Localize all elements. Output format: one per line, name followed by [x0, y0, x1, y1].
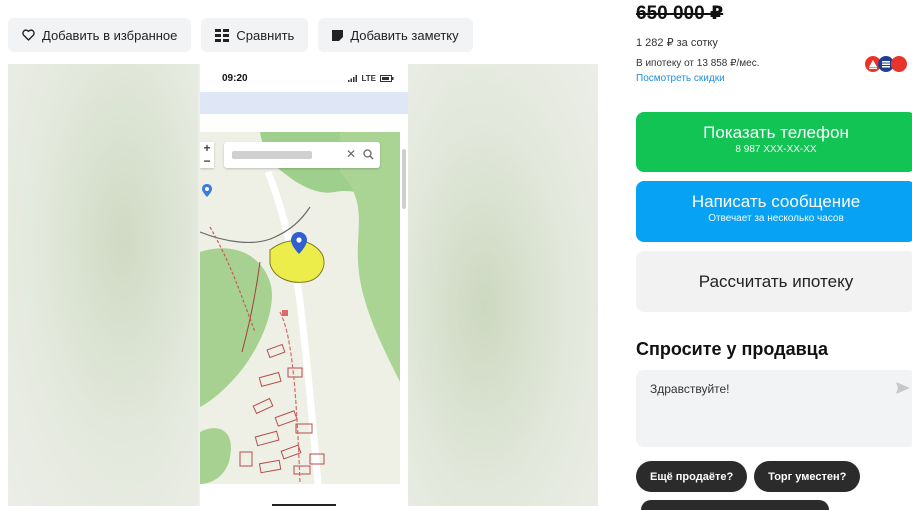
seller-message-input[interactable]: Здравствуйте! — [636, 370, 912, 447]
chip-bargain[interactable]: Торг уместен? — [754, 461, 861, 492]
write-message-button[interactable]: Написать сообщение Отвечает за несколько… — [636, 181, 912, 242]
write-message-label: Написать сообщение — [691, 192, 861, 211]
send-icon[interactable] — [896, 382, 910, 397]
cadastral-map — [200, 132, 400, 484]
listing-toolbar: Добавить в избранное Сравнить Добавить з… — [8, 18, 473, 52]
search-icon — [363, 147, 374, 165]
show-phone-button[interactable]: Показать телефон 8 987 XXX-XX-XX — [636, 112, 912, 172]
note-icon — [332, 29, 344, 41]
view-discounts-link[interactable]: Посмотреть скидки — [636, 73, 725, 84]
add-to-favorites-label: Добавить в избранное — [42, 27, 178, 43]
network-label: LTE — [361, 73, 376, 83]
phone-number-mask: 8 987 XXX-XX-XX — [735, 144, 817, 155]
message-text: Здравствуйте! — [650, 382, 730, 396]
add-to-favorites-button[interactable]: Добавить в избранное — [8, 18, 192, 52]
price-per-sotka: 1 282 ₽ за сотку — [636, 37, 718, 49]
bank-logo-icon — [891, 56, 907, 72]
bank-logos — [865, 56, 907, 72]
phone-status-icons: LTE — [348, 74, 394, 83]
mortgage-from: В ипотеку от 13 858 ₽/мес. — [636, 58, 760, 69]
phone-time: 09:20 — [222, 72, 248, 84]
old-price: 650 000 ₽ — [636, 3, 724, 24]
map-zoom-control: + − — [200, 142, 214, 168]
gallery-blur-left — [8, 64, 198, 506]
ask-seller-heading: Спросите у продавца — [636, 339, 828, 359]
browser-url-bar — [200, 92, 408, 114]
battery-icon — [380, 74, 394, 82]
add-note-button[interactable]: Добавить заметку — [318, 18, 473, 52]
browser-scrollbar — [402, 149, 406, 209]
compare-button[interactable]: Сравнить — [201, 18, 309, 52]
compare-label: Сравнить — [236, 27, 295, 43]
listing-photo-screenshot[interactable]: 09:20 LTE ✕ + − — [200, 64, 408, 506]
small-pin-icon — [202, 184, 212, 202]
quick-question-chips: Ещё продаёте? Торг уместен? — [636, 461, 861, 492]
signal-icon — [348, 74, 358, 82]
add-note-label: Добавить заметку — [350, 27, 459, 43]
close-icon: ✕ — [345, 147, 356, 161]
heart-icon — [22, 29, 35, 41]
price-sidebar: 650 000 ₽ 1 282 ₽ за сотку В ипотеку от … — [636, 0, 912, 510]
chip-partial[interactable] — [641, 500, 829, 510]
photo-gallery[interactable]: 09:20 LTE ✕ + − — [8, 64, 598, 506]
map-search-field: ✕ — [224, 142, 380, 168]
response-time: Отвечает за несколько часов — [708, 213, 844, 224]
calculate-mortgage-label: Рассчитать ипотеку — [698, 272, 854, 291]
phone-status-bar: 09:20 LTE — [200, 64, 408, 92]
show-phone-label: Показать телефон — [703, 123, 849, 142]
chip-still-selling[interactable]: Ещё продаёте? — [636, 461, 748, 492]
calculate-mortgage-button[interactable]: Рассчитать ипотеку — [636, 251, 912, 312]
compare-icon — [215, 28, 230, 42]
gallery-blur-right — [408, 64, 598, 506]
